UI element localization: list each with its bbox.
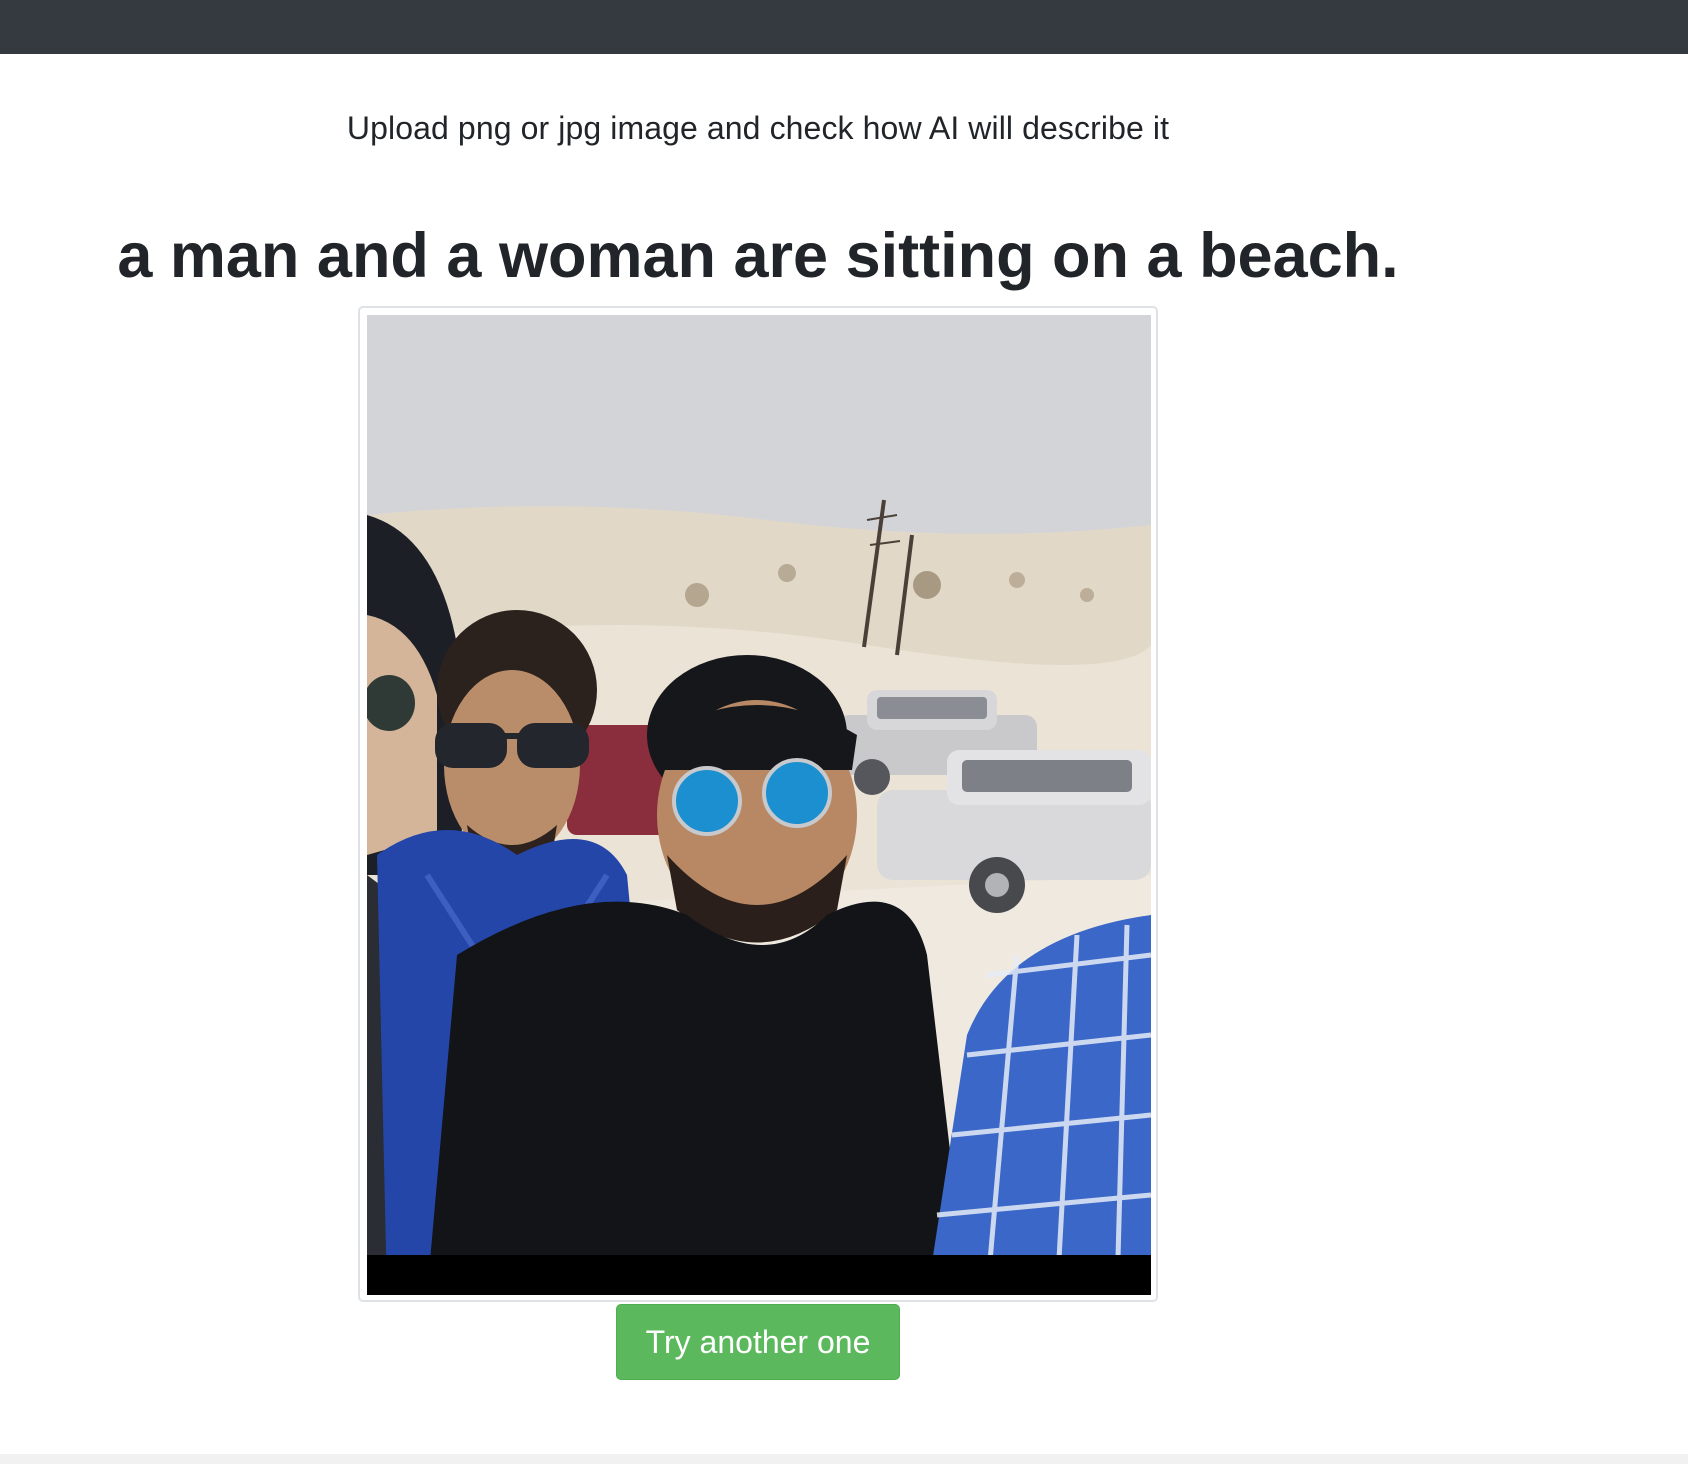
top-navbar — [0, 0, 1688, 54]
page-subtitle: Upload png or jpg image and check how AI… — [346, 110, 1170, 146]
try-another-button[interactable]: Try another one — [616, 1304, 900, 1380]
ai-caption-heading: a man and a woman are sitting on a beach… — [117, 221, 1399, 291]
uploaded-image — [367, 315, 1151, 1295]
uploaded-image-frame — [358, 306, 1158, 1302]
footer-band — [0, 1454, 1688, 1464]
